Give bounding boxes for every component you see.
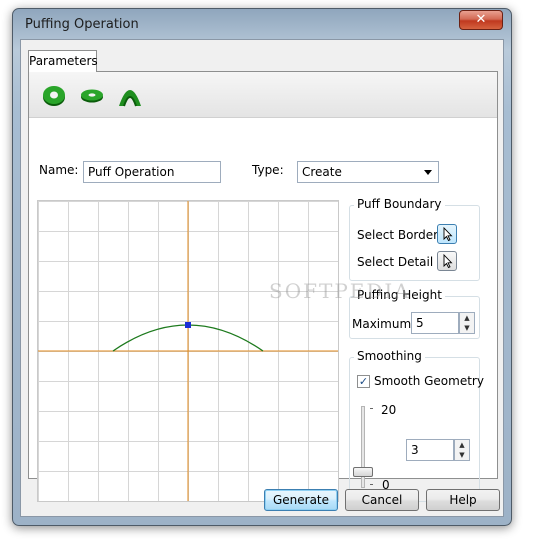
cancel-button[interactable]: Cancel — [345, 489, 419, 511]
tab-parameters-label: Parameters — [29, 54, 98, 68]
maximum-label: Maximum — [352, 317, 412, 331]
name-field-value: Puff Operation — [88, 165, 175, 179]
parameters-panel: Name: Puff Operation Type: Create Puff B… — [28, 71, 498, 502]
smooth-geometry-checkbox[interactable]: ✓ — [357, 375, 370, 388]
maximum-field[interactable]: 5 — [411, 312, 459, 334]
puff-type-toolbar — [29, 72, 497, 118]
window-title: Puffing Operation — [25, 17, 139, 32]
spin-down-icon[interactable]: ▼ — [455, 450, 469, 460]
type-dropdown[interactable]: Create — [297, 161, 439, 183]
type-label: Type: — [252, 163, 284, 177]
spin-up-icon[interactable]: ▲ — [460, 313, 474, 323]
torus-puff-icon[interactable] — [39, 80, 69, 110]
help-button-label: Help — [449, 493, 477, 507]
cancel-button-label: Cancel — [361, 493, 403, 507]
type-dropdown-value: Create — [302, 165, 342, 179]
select-borders-label: Select Borders — [357, 228, 445, 242]
name-label: Name: — [39, 163, 79, 177]
smoothing-spinner[interactable]: ▲ ▼ — [454, 439, 470, 461]
dialog-window: Puffing Operation ✕ Parameters Name: Puf… — [12, 8, 512, 526]
dialog-client-area: Parameters Name: Puff Operation Type: Cr… — [20, 39, 504, 517]
title-bar[interactable]: Puffing Operation ✕ — [13, 9, 511, 39]
puff-profile-canvas[interactable] — [37, 200, 339, 502]
help-button[interactable]: Help — [426, 489, 500, 511]
spin-up-icon[interactable]: ▲ — [455, 440, 469, 450]
pointer-cursor-icon — [443, 226, 453, 242]
pointer-cursor-icon — [443, 253, 453, 269]
close-icon: ✕ — [475, 12, 487, 27]
smoothing-title: Smoothing — [354, 349, 425, 363]
slider-tick — [370, 484, 373, 485]
slider-tick — [370, 408, 373, 409]
tab-parameters[interactable]: Parameters — [28, 50, 98, 72]
puff-boundary-title: Puff Boundary — [354, 197, 445, 211]
maximum-field-value: 5 — [416, 316, 424, 330]
puff-boundary-group — [349, 205, 480, 281]
spin-down-icon[interactable]: ▼ — [460, 323, 474, 333]
smoothing-slider-thumb[interactable] — [353, 467, 373, 477]
close-button[interactable]: ✕ — [459, 10, 503, 30]
chevron-down-icon — [424, 170, 432, 175]
name-field[interactable]: Puff Operation — [83, 161, 221, 183]
watermark: SOFTPEDIA — [269, 279, 411, 303]
select-detail-label: Select Detail — [357, 255, 434, 269]
arch-puff-icon[interactable] — [115, 80, 145, 110]
smoothing-value-field[interactable]: 3 — [406, 439, 454, 461]
checkmark-icon: ✓ — [358, 375, 369, 388]
smooth-geometry-label: Smooth Geometry — [374, 374, 484, 388]
generate-button-label: Generate — [272, 493, 330, 507]
control-point-handle — [185, 322, 191, 328]
disc-puff-icon[interactable] — [77, 80, 107, 110]
select-borders-button[interactable] — [437, 224, 457, 244]
select-detail-button[interactable] — [437, 251, 457, 271]
generate-button[interactable]: Generate — [264, 489, 338, 511]
smoothing-value: 3 — [411, 443, 419, 457]
maximum-spinner[interactable]: ▲ ▼ — [459, 312, 475, 334]
slider-max-label: 20 — [381, 403, 397, 417]
